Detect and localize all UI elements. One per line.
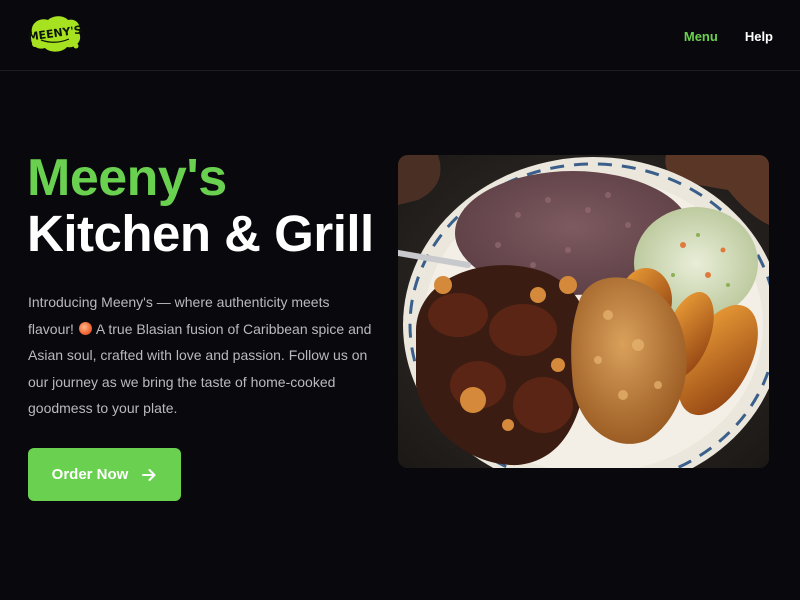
order-now-button[interactable]: Order Now	[28, 448, 181, 501]
logo-icon: MEENY'S	[27, 16, 83, 52]
nav-link-help[interactable]: Help	[745, 29, 773, 44]
site-header: MEENY'S Menu Help	[0, 0, 800, 71]
hero-title-brand: Meeny's	[27, 149, 227, 207]
nav-link-menu[interactable]: Menu	[684, 29, 718, 44]
landing-page: MEENY'S Menu Help Meeny's Kitchen & Gril…	[0, 0, 800, 600]
main-nav: Menu Help	[684, 29, 773, 44]
food-plate-image	[398, 155, 769, 468]
order-now-label: Order Now	[51, 466, 129, 483]
hero-title-subtitle: Kitchen & Grill	[27, 205, 374, 262]
hero-title: Meeny's Kitchen & Grill	[27, 150, 374, 262]
hero-description-text-2: A true Blasian fusion of Caribbean spice…	[28, 320, 372, 417]
arrow-right-icon	[142, 468, 156, 481]
food-emoji-icon	[78, 321, 92, 335]
hero-description: Introducing Meeny's — where authenticity…	[28, 289, 373, 422]
brand-logo[interactable]: MEENY'S	[26, 13, 84, 55]
